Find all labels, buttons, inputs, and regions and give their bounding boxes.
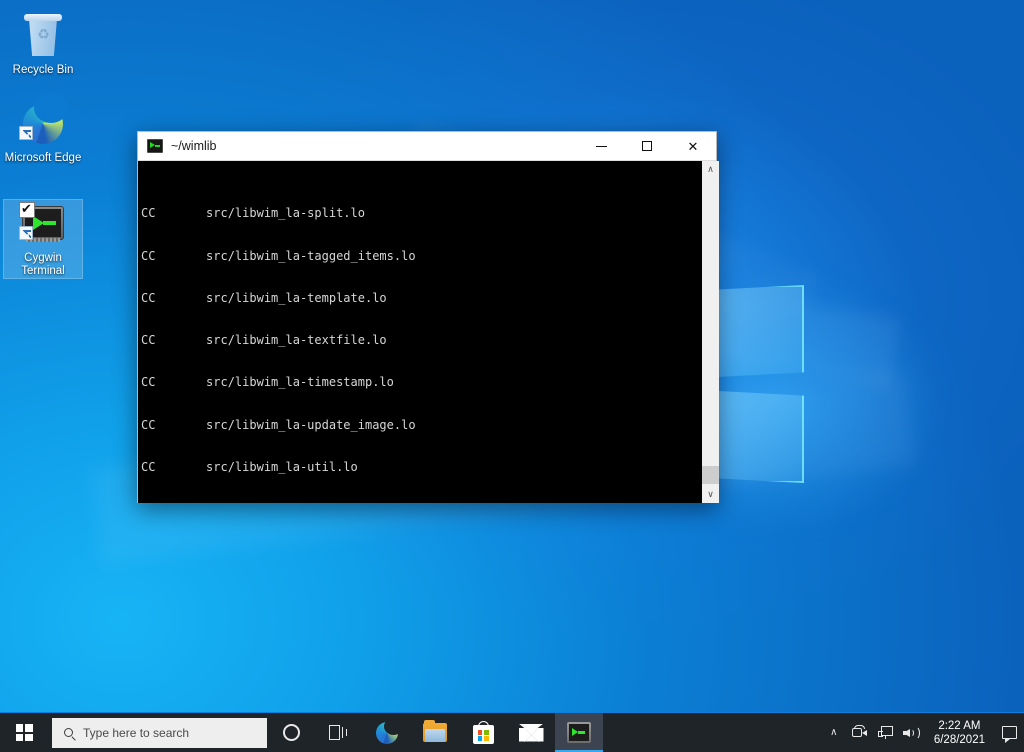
cygwin-terminal-icon [147, 138, 163, 154]
speaker-icon [903, 726, 920, 740]
desktop-icon-recycle-bin[interactable]: ♻ Recycle Bin [4, 12, 82, 77]
clock[interactable]: 2:22 AM 6/28/2021 [925, 719, 994, 747]
taskbar-item-cygwin-terminal[interactable] [555, 713, 603, 752]
chevron-up-icon: ∧ [830, 727, 837, 738]
microsoft-edge-icon [19, 100, 67, 148]
terminal-line: CC src/libwim_la-template.lo [141, 291, 701, 305]
taskbar-item-file-explorer[interactable] [411, 713, 459, 752]
terminal-screen[interactable]: CC src/libwim_la-split.lo CC src/libwim_… [138, 161, 701, 503]
terminal-line: CC src/libwim_la-split.lo [141, 206, 701, 220]
terminal-body[interactable]: CC src/libwim_la-split.lo CC src/libwim_… [138, 161, 718, 503]
scroll-down-arrow-icon[interactable]: ∨ [702, 486, 719, 503]
selection-checkbox[interactable] [19, 202, 35, 218]
scroll-up-arrow-icon[interactable]: ∧ [702, 161, 719, 178]
desktop-icon-cygwin-terminal[interactable]: Cygwin Terminal [4, 200, 82, 278]
terminal-line: CC src/libwim_la-tagged_items.lo [141, 249, 701, 263]
search-icon [53, 728, 83, 737]
cc-label: CC [141, 502, 155, 503]
recycle-bin-icon: ♻ [19, 12, 67, 60]
cc-file: src/libwim_la-template.lo [206, 291, 387, 305]
envelope-icon [519, 724, 544, 742]
terminal-line: CC src/libwim_la-timestamp.lo [141, 375, 701, 389]
cygwin-terminal-icon [19, 200, 67, 248]
microsoft-edge-icon [376, 722, 398, 744]
terminal-line: CC src/libwim_la-util.lo [141, 460, 701, 474]
terminal-line: CC src/libwim_la-verify.lo [141, 502, 701, 503]
terminal-line: CC src/libwim_la-update_image.lo [141, 418, 701, 432]
task-view-icon [329, 725, 349, 740]
close-button[interactable]: ✕ [670, 132, 716, 161]
terminal-line: CC src/libwim_la-textfile.lo [141, 333, 701, 347]
cc-file: src/libwim_la-split.lo [206, 206, 365, 220]
cc-label: CC [141, 375, 155, 389]
cc-label: CC [141, 418, 155, 432]
desktop-icon-label: Recycle Bin [4, 64, 82, 77]
webcam-icon [852, 726, 867, 739]
cc-file: src/libwim_la-tagged_items.lo [206, 249, 416, 263]
tray-item-camera[interactable] [847, 713, 873, 752]
maximize-icon [642, 141, 652, 151]
taskbar-item-edge[interactable] [363, 713, 411, 752]
windows-logo-icon [16, 724, 33, 741]
show-hidden-icons-button[interactable]: ∧ [821, 713, 847, 752]
minimize-icon [596, 146, 607, 147]
taskbar-item-mail[interactable] [507, 713, 555, 752]
clock-time: 2:22 AM [934, 719, 985, 733]
taskbar-item-cortana[interactable] [267, 713, 315, 752]
store-bag-icon [473, 721, 494, 744]
cc-file: src/libwim_la-textfile.lo [206, 333, 387, 347]
taskbar-item-task-view[interactable] [315, 713, 363, 752]
desktop-icon-microsoft-edge[interactable]: Microsoft Edge [4, 100, 82, 165]
wallpaper-windows-logo [680, 258, 980, 558]
cygwin-terminal-window[interactable]: ~/wimlib ✕ CC src/libwim_la-split.lo CC … [137, 131, 717, 503]
shortcut-arrow-icon [19, 126, 33, 140]
scrollbar-thumb[interactable] [702, 466, 719, 484]
start-button[interactable] [0, 713, 48, 752]
cc-file: src/libwim_la-verify.lo [206, 502, 372, 503]
desktop-icon-label: Cygwin Terminal [4, 252, 82, 278]
desktop-icon-label: Microsoft Edge [4, 152, 82, 165]
folder-icon [423, 723, 447, 742]
cc-label: CC [141, 460, 155, 474]
notification-bubble-icon [1002, 726, 1017, 739]
cc-label: CC [141, 291, 155, 305]
window-title-bar[interactable]: ~/wimlib ✕ [138, 132, 716, 161]
close-icon: ✕ [688, 140, 699, 153]
search-input[interactable]: Type here to search [52, 718, 267, 748]
maximize-button[interactable] [624, 132, 670, 161]
tray-item-volume[interactable] [899, 713, 925, 752]
cc-file: src/libwim_la-timestamp.lo [206, 375, 394, 389]
window-title: ~/wimlib [171, 139, 578, 153]
clock-date: 6/28/2021 [934, 733, 985, 747]
scrollbar-track[interactable] [702, 178, 719, 486]
cc-file: src/libwim_la-update_image.lo [206, 418, 416, 432]
desktop[interactable]: ♻ Recycle Bin Microsoft Edge Cygwin Term… [0, 0, 1024, 752]
cc-label: CC [141, 333, 155, 347]
network-monitor-icon [878, 726, 894, 740]
action-center-button[interactable] [994, 713, 1024, 752]
taskbar-item-microsoft-store[interactable] [459, 713, 507, 752]
minimize-button[interactable] [578, 132, 624, 161]
cc-label: CC [141, 249, 155, 263]
search-placeholder: Type here to search [83, 726, 189, 740]
cc-label: CC [141, 206, 155, 220]
cortana-circle-icon [283, 724, 300, 741]
terminal-scrollbar[interactable]: ∧ ∨ [701, 161, 718, 503]
tray-item-network[interactable] [873, 713, 899, 752]
cygwin-terminal-icon [567, 722, 591, 743]
taskbar[interactable]: Type here to search [0, 712, 1024, 752]
system-tray[interactable]: ∧ 2:22 AM 6/28/2021 [821, 713, 1024, 752]
shortcut-arrow-icon [19, 226, 33, 240]
cc-file: src/libwim_la-util.lo [206, 460, 358, 474]
